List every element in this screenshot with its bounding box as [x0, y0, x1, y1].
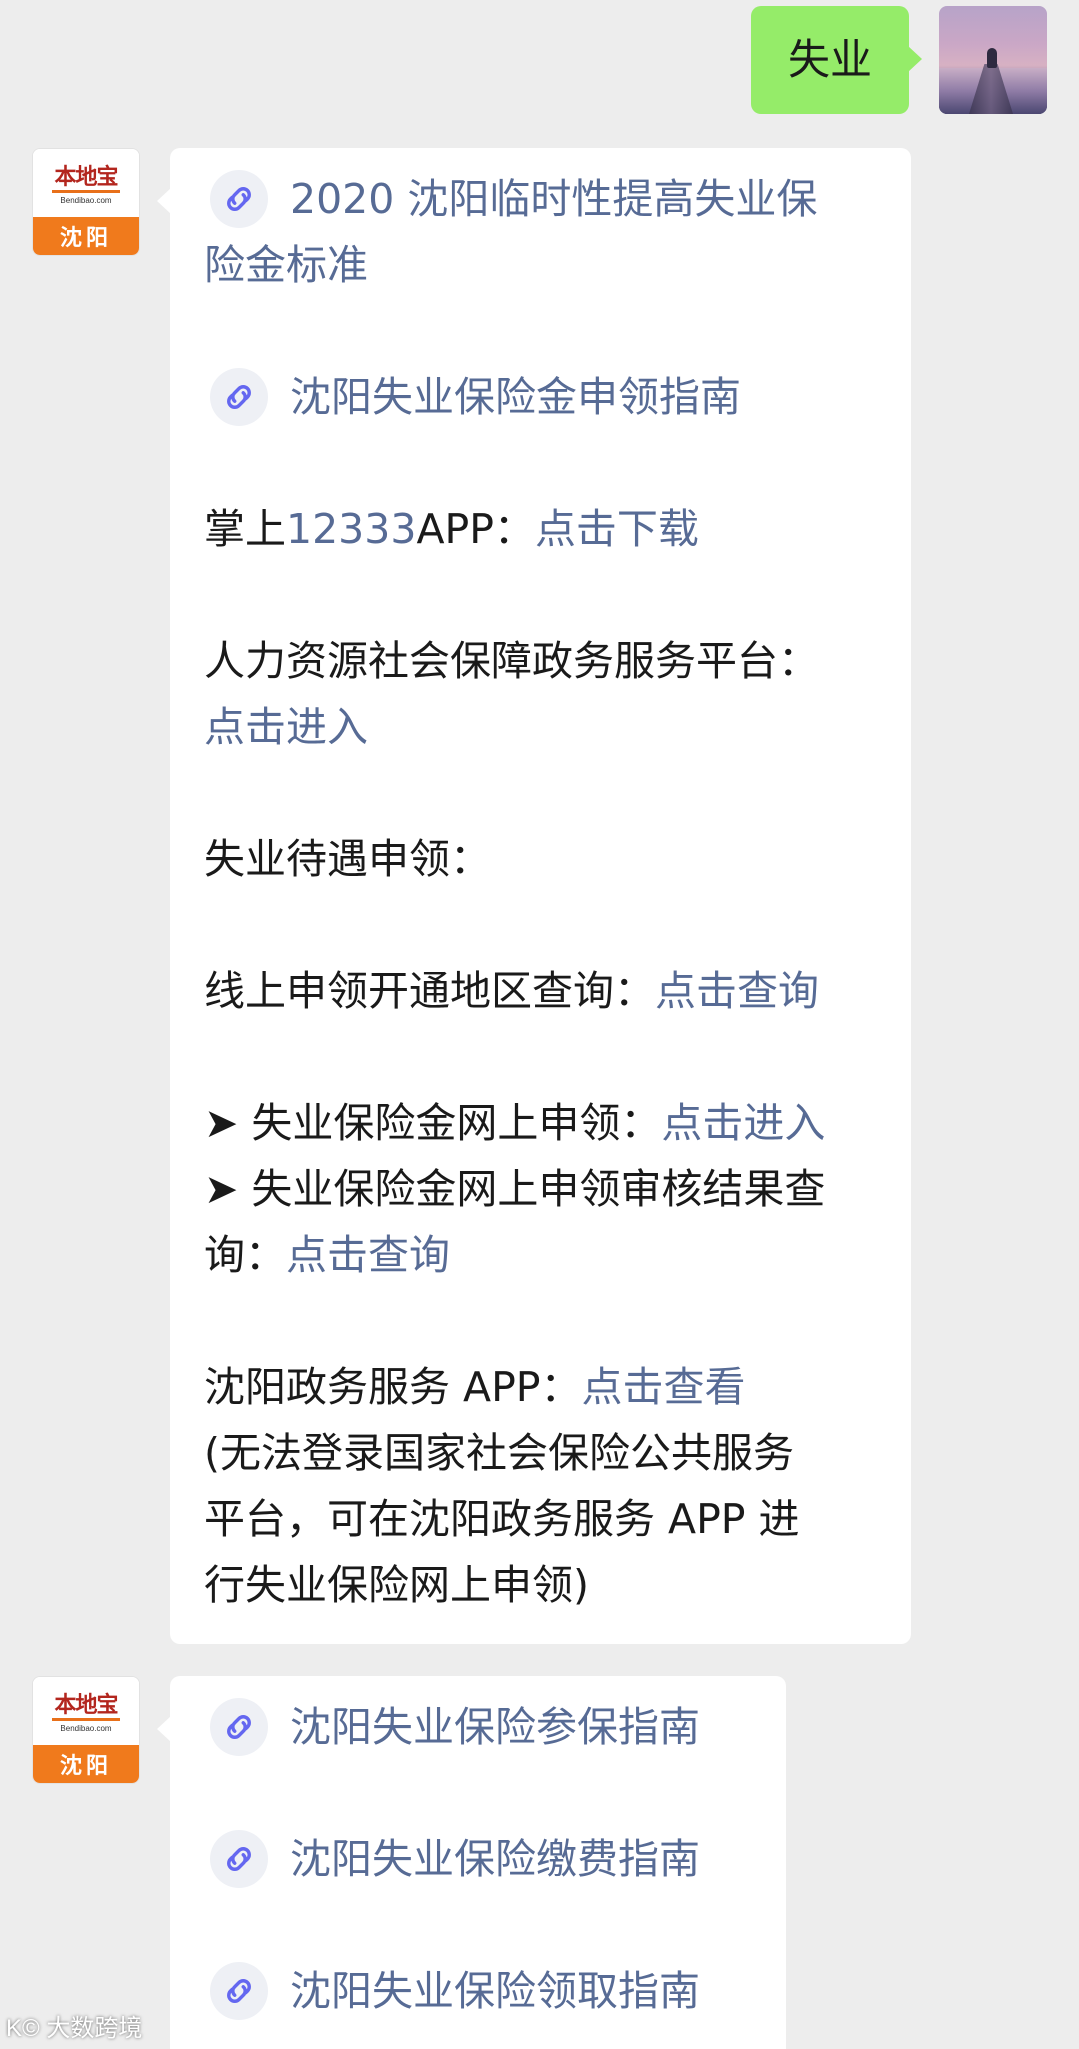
mini-program-link[interactable]: 沈阳失业保险金申领指南 [204, 364, 881, 430]
bot-logo-name: 本地宝 [52, 1692, 120, 1721]
bot-message-bubble: 沈阳失业保险参保指南 沈阳失业保险缴费指南 沈阳失业保险领取指南 [157, 1676, 786, 2049]
item1-line: ➤ 失业保险金网上申领：点击进入 [204, 1090, 881, 1156]
mini-program-link[interactable]: 沈阳失业保险参保指南 [204, 1694, 756, 1760]
avatar-person [987, 48, 997, 68]
bot-message-bubble: 2020 沈阳临时性提高失业保 险金标准 沈阳失业保险金申领指南 掌上12333… [157, 148, 911, 1644]
download-link[interactable]: 点击下载 [535, 505, 699, 553]
benefit-heading: 失业待遇申领： [204, 835, 491, 883]
app-suffix: APP： [416, 505, 535, 553]
item1-link[interactable]: 点击进入 [661, 1099, 825, 1147]
item2-label-continued: 询： [204, 1231, 286, 1279]
mini-program-icon [210, 1698, 268, 1756]
bot-logo-url: Bendibao.com [60, 195, 112, 205]
item2-link[interactable]: 点击查询 [286, 1231, 450, 1279]
hr-platform-label: 人力资源社会保障政务服务平台： [204, 637, 819, 685]
watermark: K© 大数跨境 [6, 2015, 143, 2042]
note-line: 行失业保险网上申领) [204, 1561, 589, 1609]
mini-program-link[interactable]: 沈阳失业保险缴费指南 [204, 1826, 756, 1892]
hr-platform-link[interactable]: 点击进入 [204, 694, 881, 760]
link-text[interactable]: 2020 沈阳临时性提高失业保 [290, 166, 817, 232]
app-prefix: 掌上 [204, 505, 286, 553]
online-query-line: 线上申领开通地区查询：点击查询 [204, 958, 881, 1024]
bot-logo-city: 沈阳 [33, 217, 139, 255]
bot-avatar[interactable]: 本地宝 Bendibao.com 沈阳 [32, 1676, 140, 1784]
bot-logo-name: 本地宝 [52, 164, 120, 193]
gov-app-label: 沈阳政务服务 APP： [204, 1363, 582, 1411]
mini-program-link[interactable]: 沈阳失业保险领取指南 [204, 1958, 756, 2024]
app-download-line: 掌上12333APP：点击下载 [204, 496, 881, 562]
phone-number-link[interactable]: 12333 [286, 505, 416, 553]
user-avatar[interactable] [939, 6, 1047, 114]
item2-label: ➤ 失业保险金网上申领审核结果查 [204, 1165, 826, 1213]
link-text[interactable]: 沈阳失业保险领取指南 [290, 1958, 700, 2024]
gov-app-line: 沈阳政务服务 APP：点击查看 [204, 1354, 881, 1420]
mini-program-icon [210, 1962, 268, 2020]
mini-program-icon [210, 1830, 268, 1888]
link-text[interactable]: 沈阳失业保险金申领指南 [290, 364, 741, 430]
link-text[interactable]: 沈阳失业保险缴费指南 [290, 1826, 700, 1892]
my-message-bubble[interactable]: 失业 [751, 6, 922, 114]
mini-program-icon [210, 170, 268, 228]
item1-label: ➤ 失业保险金网上申领： [204, 1099, 662, 1147]
bot-logo: 本地宝 Bendibao.com [33, 149, 139, 219]
mini-program-icon [210, 368, 268, 426]
note-line: (无法登录国家社会保险公共服务 [204, 1429, 794, 1477]
online-query-label: 线上申领开通地区查询： [204, 967, 655, 1015]
my-message-text: 失业 [787, 35, 872, 84]
bot-logo-city: 沈阳 [33, 1745, 139, 1783]
bot-logo-url: Bendibao.com [60, 1723, 112, 1733]
mini-program-link[interactable]: 2020 沈阳临时性提高失业保 [204, 166, 881, 232]
gov-app-link[interactable]: 点击查看 [582, 1363, 746, 1411]
bot-avatar[interactable]: 本地宝 Bendibao.com 沈阳 [32, 148, 140, 256]
link-text-continued[interactable]: 险金标准 [204, 232, 881, 298]
online-query-link[interactable]: 点击查询 [655, 967, 819, 1015]
note-line: 平台，可在沈阳政务服务 APP 进 [204, 1495, 800, 1543]
item2-line: 询：点击查询 [204, 1222, 881, 1288]
bot-logo: 本地宝 Bendibao.com [33, 1677, 139, 1747]
link-text[interactable]: 沈阳失业保险参保指南 [290, 1694, 700, 1760]
